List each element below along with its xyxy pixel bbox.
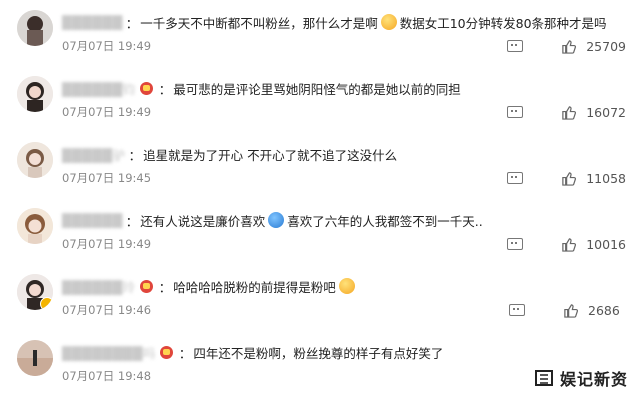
timestamp: 07月07日 19:48: [62, 369, 152, 383]
like-button[interactable]: 16072: [561, 105, 626, 120]
fan-badge-icon: [139, 81, 153, 95]
like-button[interactable]: 2686: [563, 303, 626, 318]
watermark-text: 娱记新资: [559, 370, 628, 389]
comment-line: █████驴 ： 追星就是为了开心 不开心了就不追了这没什么: [62, 144, 397, 164]
like-button[interactable]: 11058: [561, 171, 626, 186]
colon: ：: [128, 147, 142, 163]
reply-icon[interactable]: [507, 172, 524, 184]
comment-item: ██████玲 ： 哈哈哈哈脱粉的前提得是粉吧 07月07日 19:46 268…: [0, 270, 640, 336]
like-button[interactable]: 25709: [561, 39, 626, 54]
colon: ：: [158, 279, 172, 295]
avatar-image: [17, 76, 53, 112]
comment-line: ██████玲 ： 哈哈哈哈脱粉的前提得是粉吧: [62, 276, 358, 296]
verified-icon: [40, 297, 53, 310]
username[interactable]: ████████吗: [62, 343, 156, 362]
comment-line: ██████钧 ： 最可悲的是评论里骂她阴阳怪气的都是她以前的同担: [62, 78, 461, 98]
comment-line: ██████ ： 还有人说这是廉价喜欢 喜欢了六年的人我都签不到一千天..: [62, 210, 483, 230]
username[interactable]: ██████: [62, 213, 123, 228]
avatar[interactable]: [17, 10, 53, 46]
fan-badge-icon: [159, 345, 173, 359]
like-count: 11058: [586, 170, 626, 186]
username[interactable]: ██████钧: [62, 79, 136, 98]
comment-actions: 2686: [509, 300, 626, 320]
avatar[interactable]: [17, 142, 53, 178]
thumbs-up-icon: [562, 171, 577, 186]
avatar-image: [17, 10, 53, 46]
doraemon-emoji-icon: [268, 212, 285, 228]
comment-actions: 16072: [507, 102, 626, 122]
avatar[interactable]: [17, 340, 53, 376]
comment-text: 一千多天不中断都不叫粉丝，那什么才是啊: [140, 15, 378, 31]
comment-text: 四年还不是粉啊，粉丝挽尊的样子有点好笑了: [193, 345, 444, 361]
avatar-image: [17, 340, 53, 376]
timestamp: 07月07日 19:49: [62, 39, 152, 53]
shocked-emoji-icon: [380, 14, 397, 30]
comment-text: 还有人说这是廉价喜欢: [140, 213, 266, 229]
comment-item: █████驴 ： 追星就是为了开心 不开心了就不追了这没什么 07月07日 19…: [0, 138, 640, 204]
fan-badge-icon: [139, 279, 153, 293]
reply-icon[interactable]: [507, 40, 524, 52]
comment-item: ██████ ： 还有人说这是廉价喜欢 喜欢了六年的人我都签不到一千天.. 07…: [0, 204, 640, 270]
thumbs-up-icon: [562, 39, 577, 54]
like-count: 10016: [586, 236, 626, 252]
comment-text-2: 喜欢了六年的人我都签不到一千天..: [287, 213, 483, 229]
watermark: 娱记新资: [534, 366, 628, 390]
avatar-image: [17, 208, 53, 244]
comment-text: 最可悲的是评论里骂她阴阳怪气的都是她以前的同担: [173, 81, 461, 97]
comment-actions: 10016: [507, 234, 626, 254]
colon: ：: [125, 15, 139, 31]
comment-actions: 11058: [507, 168, 626, 188]
username[interactable]: ██████玲: [62, 277, 136, 296]
like-button[interactable]: 10016: [561, 237, 626, 252]
avatar[interactable]: [17, 76, 53, 112]
comment-text: 追星就是为了开心 不开心了就不追了这没什么: [143, 147, 398, 163]
colon: ：: [125, 213, 139, 229]
comment-line: ████████吗 ： 四年还不是粉啊，粉丝挽尊的样子有点好笑了: [62, 342, 443, 362]
comment-line: ██████ ： 一千多天不中断都不叫粉丝，那什么才是啊 数据女工10分钟转发8…: [62, 12, 607, 32]
timestamp: 07月07日 19:45: [62, 171, 152, 185]
reply-icon[interactable]: [507, 238, 524, 250]
comment-item: ██████ ： 一千多天不中断都不叫粉丝，那什么才是啊 数据女工10分钟转发8…: [0, 6, 640, 72]
like-count: 25709: [586, 38, 626, 54]
avatar-image: [17, 142, 53, 178]
watermark-logo-icon: [534, 370, 553, 386]
username[interactable]: ██████: [62, 15, 123, 30]
thumbs-up-icon: [564, 303, 578, 318]
timestamp: 07月07日 19:46: [62, 303, 152, 317]
timestamp: 07月07日 19:49: [62, 237, 152, 251]
comment-item: ██████钧 ： 最可悲的是评论里骂她阴阳怪气的都是她以前的同担 07月07日…: [0, 72, 640, 138]
like-count: 16072: [586, 104, 626, 120]
comment-text-2: 数据女工10分钟转发80条那种才是吗: [399, 15, 607, 31]
kiss-emoji-icon: [338, 278, 355, 294]
reply-icon[interactable]: [509, 304, 525, 316]
like-count: 2686: [588, 302, 620, 318]
thumbs-up-icon: [562, 237, 577, 252]
comment-actions: 25709: [507, 36, 626, 56]
avatar[interactable]: [17, 274, 53, 310]
reply-icon[interactable]: [507, 106, 524, 118]
colon: ：: [158, 81, 172, 97]
username[interactable]: █████驴: [62, 145, 126, 164]
comment-text: 哈哈哈哈脱粉的前提得是粉吧: [173, 279, 336, 295]
avatar[interactable]: [17, 208, 53, 244]
colon: ：: [178, 345, 192, 361]
thumbs-up-icon: [562, 105, 577, 120]
timestamp: 07月07日 19:49: [62, 105, 152, 119]
